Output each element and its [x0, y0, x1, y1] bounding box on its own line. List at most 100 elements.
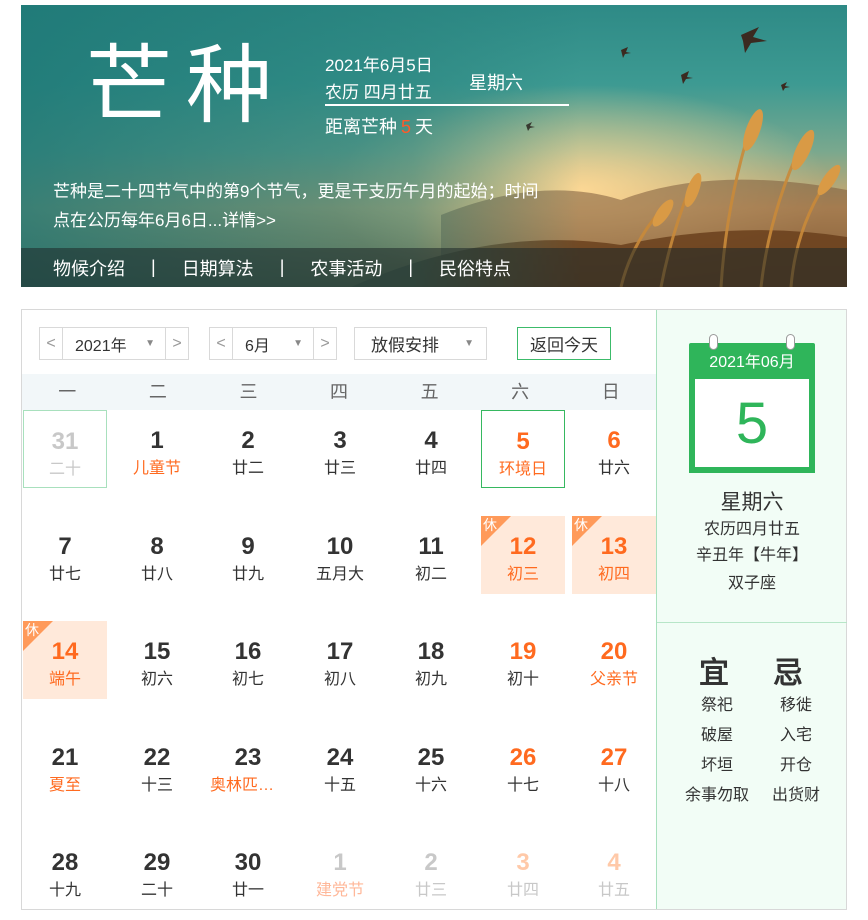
day-number: 2 [241, 427, 255, 454]
day-cell[interactable]: 休 13 初四 [572, 516, 656, 594]
day-cell[interactable]: 22 十三 [115, 727, 199, 805]
day-cell[interactable]: 2 廿三 [389, 832, 473, 910]
day-cell[interactable]: 15 初六 [115, 621, 199, 699]
nav-date-algorithm[interactable]: 日期算法 [182, 255, 254, 281]
day-cell[interactable]: 17 初八 [298, 621, 382, 699]
day-number: 18 [417, 638, 445, 665]
lunar-day-label: 十五 [323, 777, 356, 794]
nav-phenology[interactable]: 物候介绍 [53, 255, 125, 281]
back-to-today-button[interactable]: 返回今天 [517, 327, 611, 360]
suitable-list: 祭祀 破屋 坏垣 余事勿取 [679, 691, 755, 811]
rest-day-badge-label: 休 [25, 622, 39, 638]
day-cell[interactable]: 11 初二 [389, 516, 473, 594]
day-number: 28 [51, 849, 79, 876]
day-cell[interactable]: 8 廿八 [115, 516, 199, 594]
lunar-day-label: 初六 [140, 671, 173, 688]
lunar-day-label: 初九 [414, 671, 447, 688]
solar-term-title: 芒种 [86, 36, 286, 136]
countdown: 距离芒种 5 天 [325, 113, 433, 139]
nav-farming[interactable]: 农事活动 [310, 255, 382, 281]
day-cell[interactable]: 27 十八 [572, 727, 656, 805]
day-cell[interactable]: 10 五月大 [298, 516, 382, 594]
day-number: 27 [600, 744, 628, 771]
nav-customs[interactable]: 民俗特点 [439, 255, 511, 281]
lunar-day-label: 二十 [140, 882, 173, 899]
day-cell[interactable]: 休 14 端午 [23, 621, 107, 699]
avoid-item: 入宅 [779, 727, 812, 744]
day-cell[interactable]: 20 父亲节 [572, 621, 656, 699]
day-cell[interactable]: 29 二十 [115, 832, 199, 910]
chevron-down-icon: ▼ [293, 338, 303, 349]
panel-divider [657, 622, 847, 623]
day-cell[interactable]: 3 廿三 [298, 410, 382, 488]
day-cell[interactable]: 6 廿六 [572, 410, 656, 488]
day-cell[interactable]: 19 初十 [481, 621, 565, 699]
day-cell[interactable]: 21 夏至 [23, 727, 107, 805]
binder-ring-icon [786, 334, 795, 350]
day-cell[interactable]: 1 儿童节 [115, 410, 199, 488]
weekday-thu: 四 [330, 382, 349, 402]
day-cell-today[interactable]: 5 环境日 [481, 410, 565, 488]
day-cell[interactable]: 4 廿四 [389, 410, 473, 488]
day-cell[interactable]: 31 二十 [23, 410, 107, 488]
weekday-wed: 三 [239, 382, 258, 402]
day-cell[interactable]: 3 廿四 [481, 832, 565, 910]
day-cell[interactable]: 7 廿七 [23, 516, 107, 594]
lunar-day-label: 十九 [48, 882, 81, 899]
prev-year-button[interactable]: < [40, 328, 62, 359]
gregorian-date: 2021年6月5日 [325, 56, 433, 75]
day-number: 7 [58, 533, 72, 560]
day-cell[interactable]: 28 十九 [23, 832, 107, 910]
day-cell[interactable]: 4 廿五 [572, 832, 656, 910]
day-cell[interactable]: 26 十七 [481, 727, 565, 805]
day-cell[interactable]: 25 十六 [389, 727, 473, 805]
day-cell[interactable]: 30 廿一 [206, 832, 290, 910]
month-dropdown[interactable]: 6月 ▼ [232, 328, 314, 359]
day-cell[interactable]: 2 廿二 [206, 410, 290, 488]
holiday-dropdown[interactable]: 放假安排 ▼ [354, 327, 487, 360]
day-number: 2 [424, 849, 438, 876]
next-year-button[interactable]: > [166, 328, 188, 359]
day-cell[interactable]: 23 奥林匹克日 [206, 727, 290, 805]
day-cell[interactable]: 休 12 初三 [481, 516, 565, 594]
selected-ganzhi-year: 辛丑年【牛年】 [695, 547, 808, 564]
weekday-sat: 六 [511, 382, 530, 402]
day-number: 29 [143, 849, 171, 876]
day-cell[interactable]: 18 初九 [389, 621, 473, 699]
festival-label: 建党节 [315, 882, 364, 899]
selected-weekday: 星期六 [720, 491, 784, 514]
prev-month-button[interactable]: < [210, 328, 232, 359]
day-number: 20 [600, 638, 628, 665]
lunar-day-label: 环境日 [498, 461, 547, 478]
calendar-page-frame: 5 [689, 379, 815, 473]
next-month-button[interactable]: > [314, 328, 336, 359]
nav-separator: | [279, 257, 285, 277]
day-cell[interactable]: 1 建党节 [298, 832, 382, 910]
description-text: 芒种是二十四节气中的第9个节气，更是干支历午月的起始；时间点在公历每年6月6日.… [53, 182, 539, 230]
day-cell[interactable]: 9 廿九 [206, 516, 290, 594]
day-number: 1 [150, 427, 164, 454]
holiday-value: 放假安排 [371, 336, 439, 355]
day-cell[interactable]: 24 十五 [298, 727, 382, 805]
year-dropdown[interactable]: 2021年 ▼ [62, 328, 166, 359]
lunar-day-label: 五月大 [315, 566, 364, 583]
details-link[interactable]: 详情>> [222, 211, 276, 230]
binder-ring-icon [709, 334, 718, 350]
lunar-day-label: 廿一 [231, 882, 264, 899]
info-divider [325, 104, 569, 106]
month-selector: < 6月 ▼ > [209, 327, 337, 360]
day-number: 25 [417, 744, 445, 771]
year-selector: < 2021年 ▼ > [39, 327, 189, 360]
day-number: 13 [600, 533, 628, 560]
lunar-day-label: 二十 [48, 461, 81, 478]
lunar-day-label: 廿四 [414, 460, 447, 477]
avoid-item: 移徙 [779, 697, 812, 714]
day-cell[interactable]: 16 初七 [206, 621, 290, 699]
festival-label: 儿童节 [132, 460, 181, 477]
suitable-item: 坏垣 [700, 757, 733, 774]
day-number: 31 [51, 428, 79, 455]
chevron-down-icon: ▼ [145, 338, 155, 349]
day-number: 23 [234, 744, 262, 771]
day-number: 1 [333, 849, 347, 876]
day-number: 11 [418, 533, 444, 560]
